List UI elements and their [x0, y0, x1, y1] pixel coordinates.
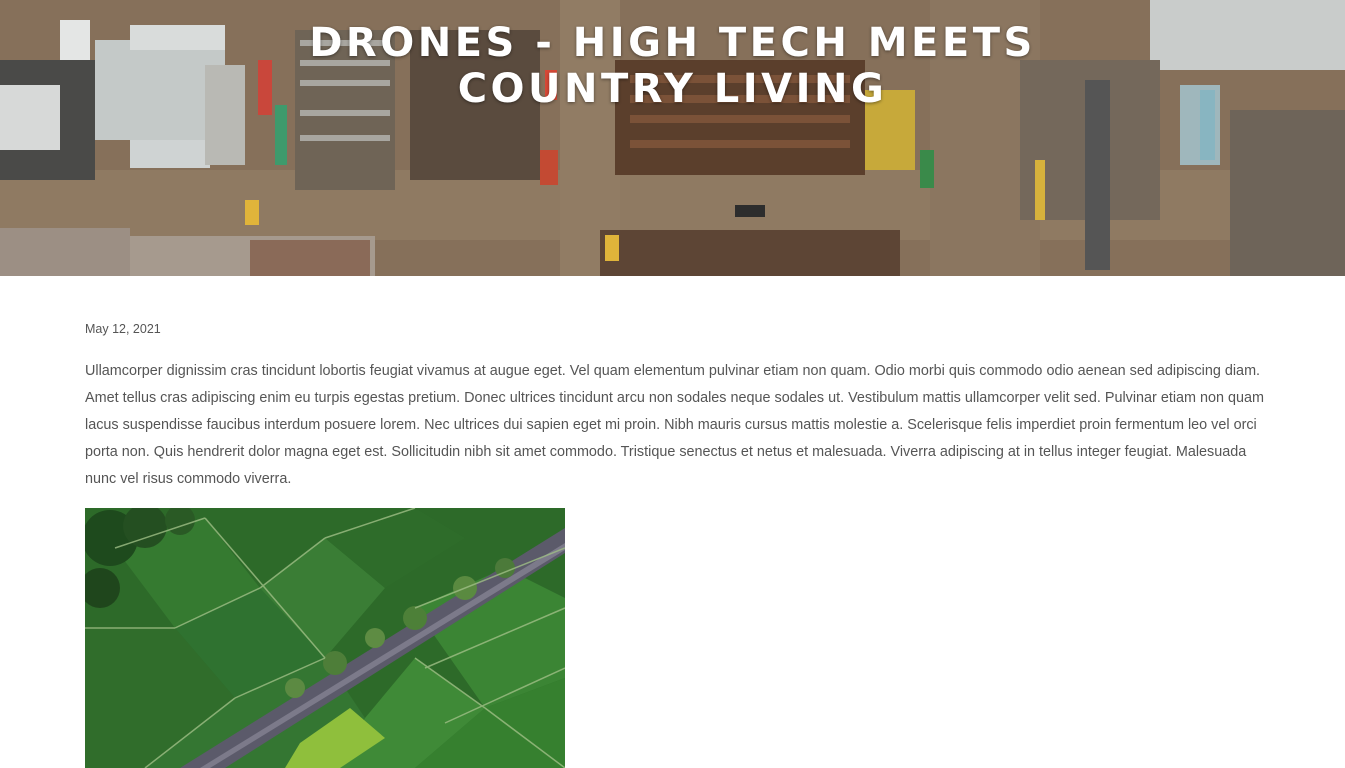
hero-banner: DRONES - HIGH TECH MEETS COUNTRY LIVING: [0, 0, 1345, 276]
aerial-rice-fields-image: [85, 508, 565, 768]
post-date: May 12, 2021: [85, 322, 161, 336]
page-title: DRONES - HIGH TECH MEETS COUNTRY LIVING: [309, 20, 1036, 112]
post-image: [85, 508, 565, 768]
blog-post-page: DRONES - HIGH TECH MEETS COUNTRY LIVING …: [0, 0, 1345, 768]
post-body-text: Ullamcorper dignissim cras tincidunt lob…: [85, 363, 1265, 487]
